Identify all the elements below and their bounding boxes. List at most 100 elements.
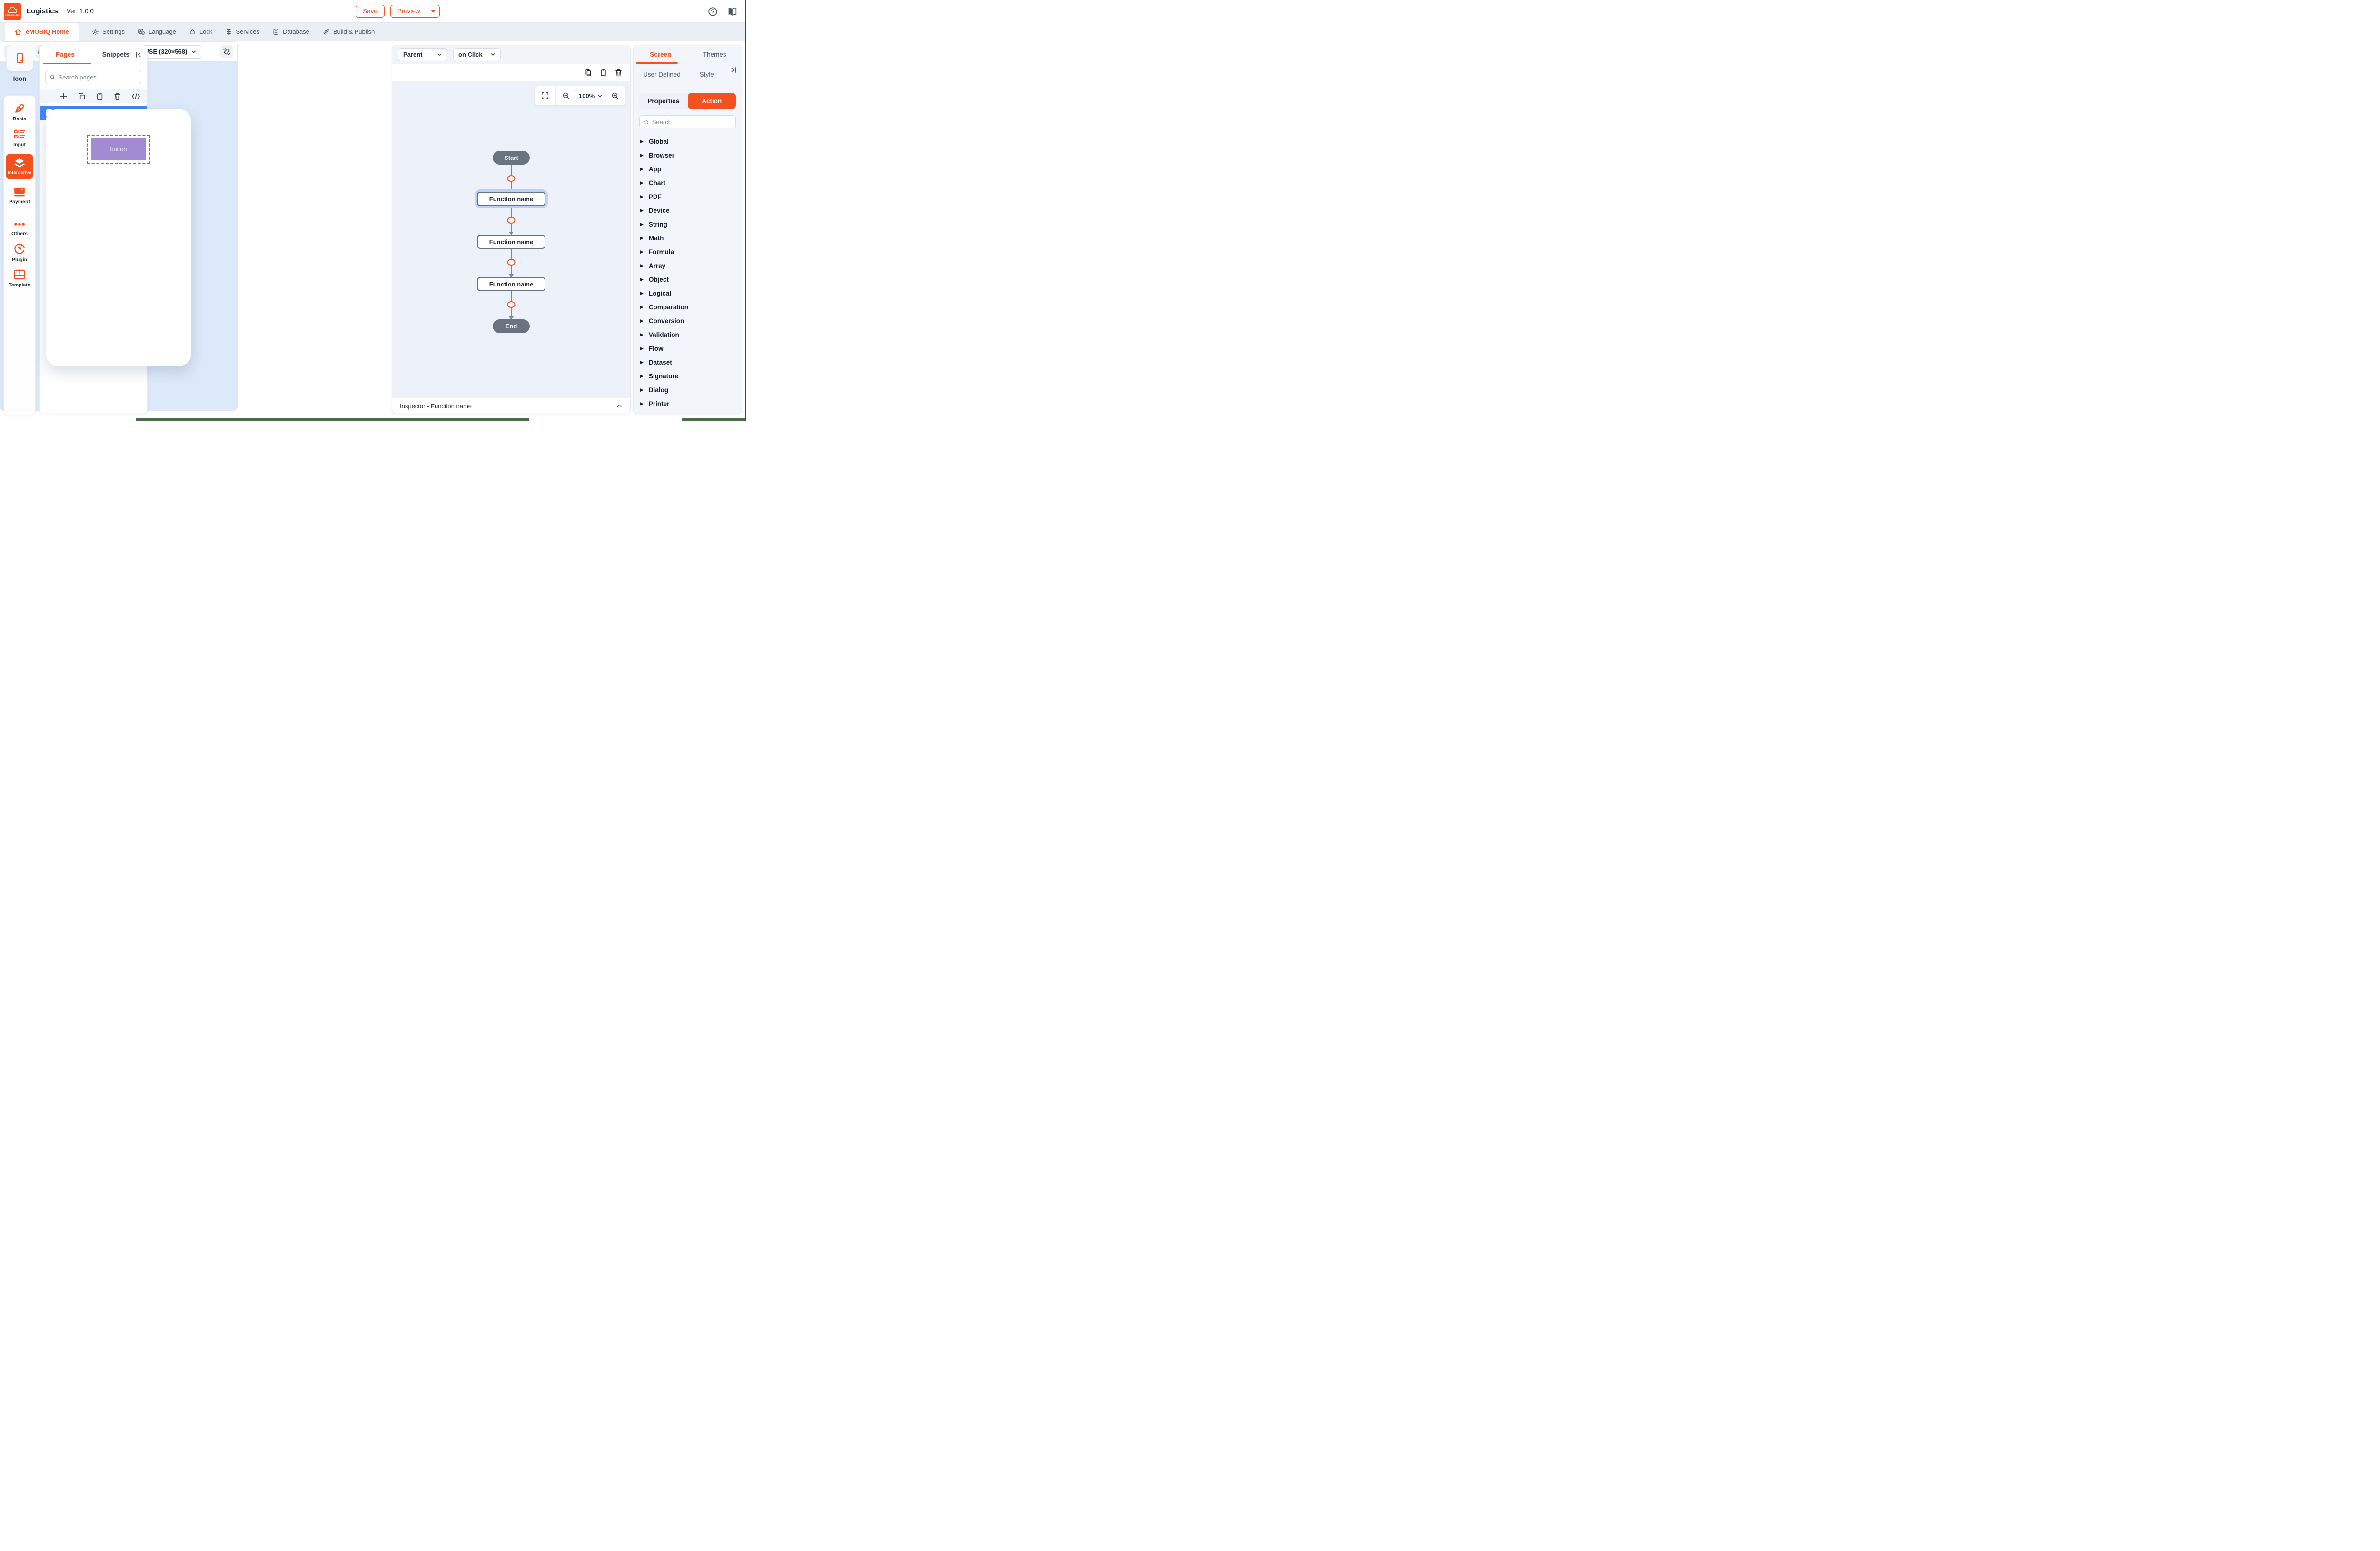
- category-string[interactable]: ▶String: [634, 217, 742, 231]
- delete-flow-button[interactable]: [615, 69, 623, 77]
- docs-book-icon[interactable]: [727, 7, 737, 16]
- action-search-input[interactable]: [652, 119, 732, 126]
- tab-style[interactable]: Style: [700, 71, 714, 78]
- paste-page-button[interactable]: [96, 92, 104, 100]
- pages-search[interactable]: [45, 70, 141, 84]
- category-dataset[interactable]: ▶Dataset: [634, 356, 742, 369]
- zoom-in-button[interactable]: [611, 92, 619, 100]
- sidebar-item-basic[interactable]: Basic: [13, 102, 26, 122]
- sidebar-item-template[interactable]: Template: [9, 269, 30, 288]
- flow-actions-row: [392, 64, 630, 81]
- flow-function-node[interactable]: Function name: [477, 277, 545, 291]
- caret-down-icon: [431, 10, 436, 13]
- category-comparation[interactable]: ▶Comparation: [634, 300, 742, 314]
- sidebar-item-input[interactable]: Input: [13, 128, 26, 148]
- component-icon-label: Icon: [6, 74, 33, 84]
- zoom-out-button[interactable]: [562, 92, 570, 100]
- tab-pages[interactable]: Pages: [56, 51, 75, 58]
- action-search[interactable]: [639, 115, 736, 128]
- category-global[interactable]: ▶Global: [634, 135, 742, 148]
- category-logical[interactable]: ▶Logical: [634, 286, 742, 300]
- input-checklist-icon: [13, 128, 26, 140]
- gear-icon: [91, 28, 99, 36]
- phone-icon: [14, 52, 26, 64]
- rocket-icon: [322, 28, 330, 36]
- sidebar-item-interactive[interactable]: Interactive: [6, 154, 33, 179]
- canvas-button-widget[interactable]: button: [91, 138, 146, 160]
- phone-mockup: button: [46, 109, 191, 366]
- logo-text: ORANGEKLOUD: [5, 14, 20, 16]
- save-button[interactable]: Save: [356, 5, 385, 18]
- category-flow[interactable]: ▶Flow: [634, 342, 742, 356]
- flow-canvas[interactable]: 100% Start Function name Function name F…: [392, 81, 630, 398]
- pages-search-input[interactable]: [59, 74, 137, 81]
- flow-connector-dot[interactable]: [507, 217, 516, 224]
- category-app[interactable]: ▶App: [634, 162, 742, 176]
- tab-services[interactable]: Services: [225, 22, 259, 41]
- tab-user-defined[interactable]: User Defined: [643, 71, 681, 78]
- tab-screen[interactable]: Screen: [634, 45, 688, 63]
- tab-properties[interactable]: Properties: [639, 93, 688, 109]
- tab-snippets[interactable]: Snippets: [102, 51, 129, 58]
- duplicate-page-button[interactable]: [78, 92, 86, 100]
- tab-database[interactable]: Database: [272, 22, 309, 41]
- selection-outline: button: [87, 135, 150, 164]
- flow-function-node[interactable]: Function name: [477, 235, 545, 249]
- tab-action[interactable]: Action: [688, 93, 736, 109]
- sidebar-item-payment[interactable]: Payment: [9, 186, 30, 205]
- pages-tab-underline: [43, 63, 91, 64]
- tab-settings[interactable]: Settings: [91, 22, 125, 41]
- flow-connector-dot[interactable]: [507, 259, 516, 266]
- collapse-left-icon[interactable]: [135, 51, 142, 59]
- add-page-button[interactable]: [60, 92, 68, 100]
- category-formula[interactable]: ▶Formula: [634, 245, 742, 259]
- category-math[interactable]: ▶Math: [634, 231, 742, 245]
- event-select[interactable]: on Click: [453, 48, 501, 61]
- copy-flow-button[interactable]: [584, 69, 592, 77]
- component-icon-button[interactable]: [6, 45, 33, 71]
- triangle-right-icon: ▶: [640, 208, 644, 213]
- category-signature[interactable]: ▶Signature: [634, 369, 742, 383]
- sidebar-item-plugin[interactable]: Plugin: [12, 243, 27, 263]
- code-view-button[interactable]: [131, 93, 140, 100]
- fit-screen-button[interactable]: [535, 91, 555, 100]
- preview-split-button[interactable]: Preview: [390, 5, 440, 18]
- category-pdf[interactable]: ▶PDF: [634, 190, 742, 204]
- zoom-level-select[interactable]: 100%: [575, 89, 606, 102]
- category-array[interactable]: ▶Array: [634, 259, 742, 273]
- tab-language[interactable]: Language: [138, 22, 176, 41]
- sidebar-item-others[interactable]: Others: [11, 219, 28, 237]
- flow-connector-dot[interactable]: [507, 301, 516, 308]
- ellipsis-icon: [13, 219, 26, 229]
- category-device[interactable]: ▶Device: [634, 204, 742, 217]
- tab-emobiq-home[interactable]: eMOBIQ Home: [5, 22, 79, 41]
- rotate-device-button[interactable]: [220, 45, 233, 58]
- tab-themes[interactable]: Themes: [688, 45, 742, 63]
- inspector-bar[interactable]: Inspector - Function name: [392, 398, 630, 414]
- preview-button[interactable]: Preview: [391, 5, 427, 17]
- category-dialog[interactable]: ▶Dialog: [634, 383, 742, 397]
- collapse-right-icon[interactable]: [730, 66, 737, 74]
- category-validation[interactable]: ▶Validation: [634, 328, 742, 342]
- delete-page-button[interactable]: [113, 92, 121, 100]
- category-chart[interactable]: ▶Chart: [634, 176, 742, 190]
- category-printer[interactable]: ▶Printer: [634, 397, 742, 411]
- category-conversion[interactable]: ▶Conversion: [634, 314, 742, 328]
- triangle-right-icon: ▶: [640, 195, 644, 199]
- tab-build-publish[interactable]: Build & Publish: [322, 22, 375, 41]
- help-icon[interactable]: [708, 7, 718, 17]
- plug-icon: [13, 243, 26, 255]
- database-icon: [272, 28, 279, 35]
- flow-function-node-selected[interactable]: Function name: [477, 192, 545, 206]
- category-browser[interactable]: ▶Browser: [634, 148, 742, 162]
- paste-flow-button[interactable]: [599, 69, 607, 77]
- taskbar-fragment: [682, 418, 746, 421]
- tab-lock[interactable]: Lock: [189, 22, 212, 41]
- category-object[interactable]: ▶Object: [634, 273, 742, 286]
- flow-connector-dot[interactable]: [507, 175, 516, 182]
- preview-dropdown-button[interactable]: [427, 5, 439, 17]
- chevron-up-icon[interactable]: [616, 403, 623, 409]
- flow-start-node[interactable]: Start: [493, 151, 530, 165]
- parent-select[interactable]: Parent: [398, 48, 447, 61]
- flow-end-node[interactable]: End: [493, 319, 530, 333]
